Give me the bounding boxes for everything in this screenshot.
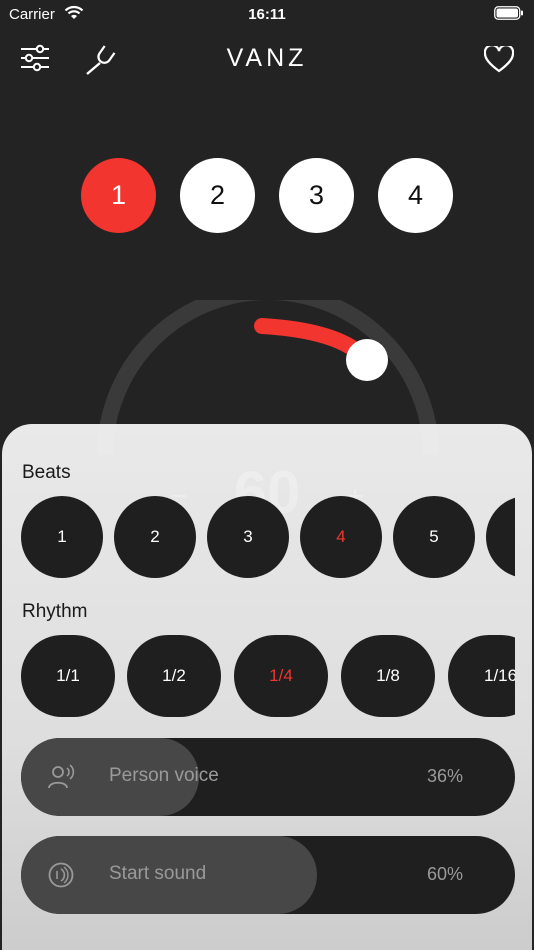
status-time: 16:11 <box>248 6 286 23</box>
beat-button-2[interactable]: 2 <box>180 158 255 233</box>
start-sound-slider[interactable]: Start sound 60% <box>21 836 515 914</box>
beats-label: Beats <box>22 462 71 483</box>
beats-row[interactable]: 1 2 3 4 5 <box>21 496 515 580</box>
person-voice-slider[interactable]: Person voice 36% <box>21 738 515 816</box>
rhythm-option[interactable]: 1/4 <box>234 635 328 717</box>
beats-option[interactable]: 5 <box>393 496 475 578</box>
app-title: VANZ <box>226 44 308 72</box>
rhythm-option[interactable]: 1/8 <box>341 635 435 717</box>
beats-option[interactable] <box>486 496 515 578</box>
beats-option[interactable]: 1 <box>21 496 103 578</box>
rhythm-label: Rhythm <box>22 601 88 622</box>
rhythm-row[interactable]: 1/1 1/2 1/4 1/8 1/16 <box>21 635 515 719</box>
rhythm-option[interactable]: 1/1 <box>21 635 115 717</box>
beat-button-3[interactable]: 3 <box>279 158 354 233</box>
beats-option[interactable]: 4 <box>300 496 382 578</box>
status-bar: Carrier 16:11 <box>0 0 534 30</box>
beats-option[interactable]: 2 <box>114 496 196 578</box>
tempo-dial-handle <box>346 339 388 381</box>
battery-icon <box>494 6 524 24</box>
person-voice-icon <box>47 763 77 796</box>
heart-icon[interactable] <box>483 44 515 78</box>
person-voice-label: Person voice <box>109 765 219 786</box>
beat-button-4[interactable]: 4 <box>378 158 453 233</box>
start-sound-icon <box>47 861 75 894</box>
nav-bar: VANZ <box>0 36 534 82</box>
beats-option[interactable]: 3 <box>207 496 289 578</box>
person-voice-value: 36% <box>426 766 463 786</box>
settings-panel: Beats 1 2 3 4 5 Rhythm 1/1 1/2 1/4 1/8 1… <box>2 424 532 950</box>
rhythm-option[interactable]: 1/16 <box>448 635 515 717</box>
start-sound-label: Start sound <box>109 863 207 884</box>
beat-button-1[interactable]: 1 <box>81 158 156 233</box>
rhythm-option[interactable]: 1/2 <box>127 635 221 717</box>
beat-pattern-selector: 1 2 3 4 <box>0 158 534 234</box>
start-sound-value: 60% <box>426 864 463 884</box>
